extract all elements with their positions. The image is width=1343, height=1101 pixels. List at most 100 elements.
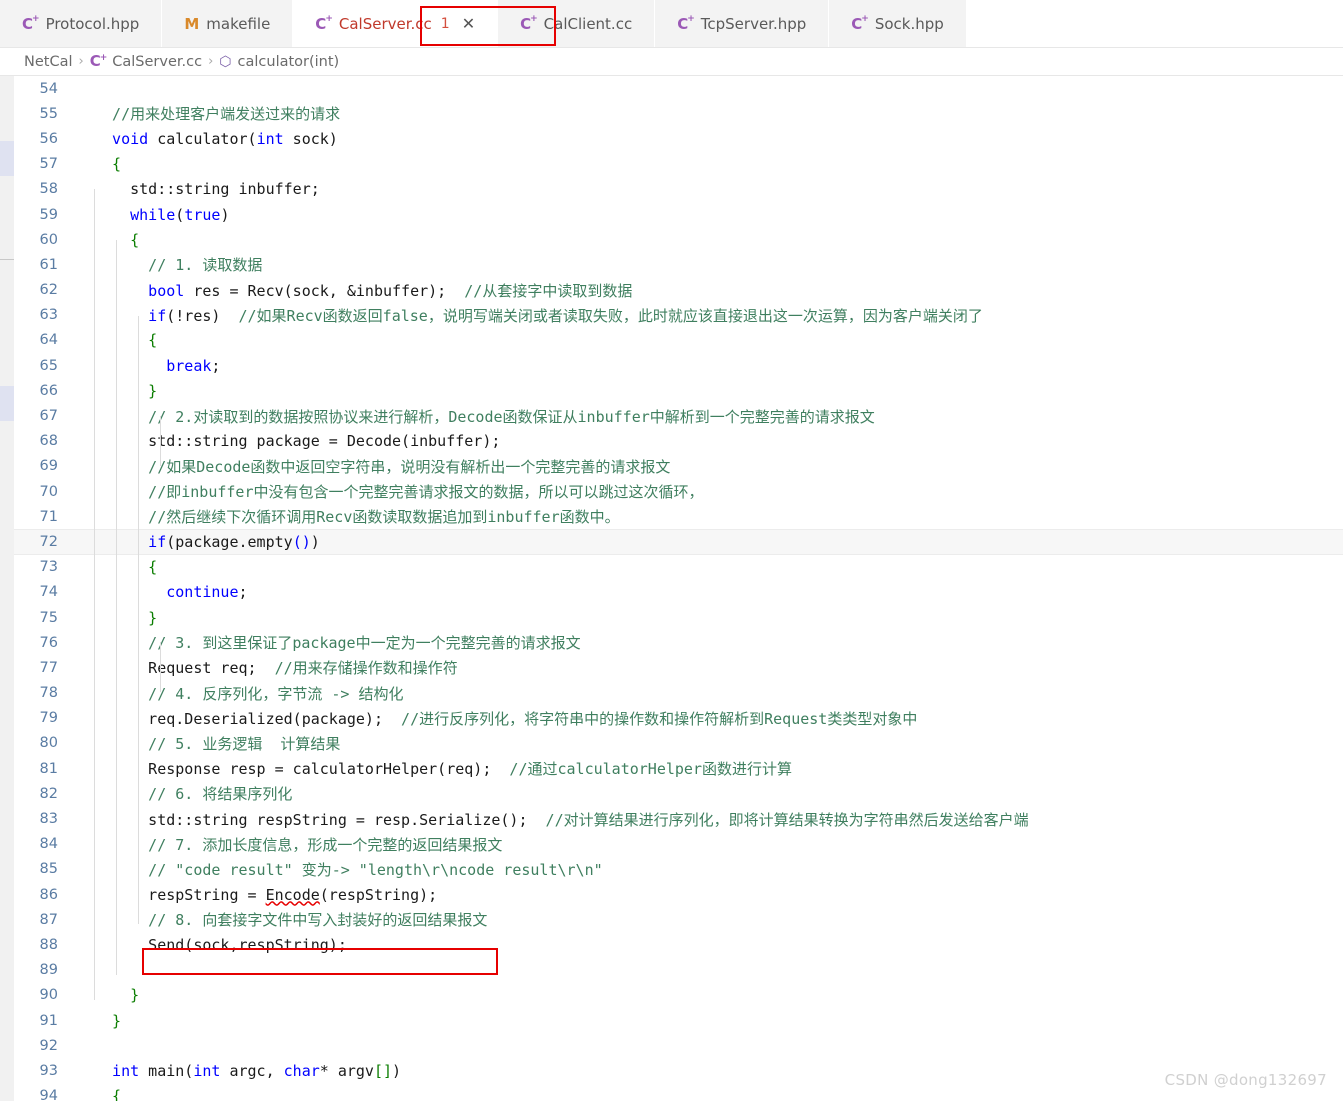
code-token: argc,: [220, 1061, 284, 1080]
code-line[interactable]: 94 {: [14, 1084, 1343, 1101]
editor-tab-bar: C+ Protocol.hpp Mmakefile C+ CalServer.cc 1 ✕ C…: [0, 0, 1343, 48]
code-token: (package.empty: [166, 532, 293, 551]
code-token: {: [94, 1087, 122, 1101]
code-line[interactable]: 54: [14, 76, 1343, 101]
code-line[interactable]: 79 req.Deserialized(package); //进行反序列化，将…: [14, 706, 1343, 731]
code-line[interactable]: 84 // 7. 添加长度信息，形成一个完整的返回结果报文: [14, 832, 1343, 857]
code-line[interactable]: 86 respString = Encode(respString);: [14, 882, 1343, 907]
line-number: 64: [39, 332, 58, 349]
editor-tab-protocol-hpp[interactable]: C+ Protocol.hpp: [0, 0, 163, 48]
code-line[interactable]: 87 // 8. 向套接字文件中写入封装好的返回结果报文: [14, 907, 1343, 932]
line-number: 67: [39, 408, 58, 425]
code-line[interactable]: 57 {: [14, 152, 1343, 177]
code-line[interactable]: 82 // 6. 将结果序列化: [14, 781, 1343, 806]
code-line[interactable]: 67 // 2.对读取到的数据按照协议来进行解析，Decode函数保证从inbu…: [14, 403, 1343, 428]
editor-tab-calclient-cc[interactable]: C+ CalClient.cc: [498, 0, 656, 48]
code-line[interactable]: 75 }: [14, 605, 1343, 630]
code-line[interactable]: 88 Send(sock,respString);: [14, 932, 1343, 957]
editor-tab-sock-hpp[interactable]: C+ Sock.hpp: [829, 0, 967, 48]
editor-tab-calserver-cc[interactable]: C+ CalServer.cc 1 ✕: [293, 0, 499, 48]
line-number: 80: [39, 735, 58, 752]
code-token: {: [94, 230, 140, 249]
code-token: //对计算结果进行序列化，即将计算结果转换为字符串然后发送给客户端: [545, 810, 1029, 829]
code-token: main(: [139, 1061, 194, 1080]
line-number: 90: [39, 987, 58, 1004]
code-line[interactable]: 65 break;: [14, 353, 1343, 378]
breadcrumb: NetCal › C+ CalServer.cc › ⬡ calculator(int): [0, 48, 1343, 75]
code-line-text: {: [72, 331, 1343, 349]
code-line[interactable]: 93 int main(int argc, char* argv[]): [14, 1058, 1343, 1083]
code-line-text: // 4. 反序列化，字节流 -> 结构化: [72, 683, 1343, 704]
line-number: 69: [39, 458, 58, 475]
code-line[interactable]: 69 //如果Decode函数中返回空字符串，说明没有解析出一个完整完善的请求报…: [14, 454, 1343, 479]
code-line[interactable]: 71 //然后继续下次循环调用Recv函数读取数据追加到inbuffer函数中。: [14, 504, 1343, 529]
code-line[interactable]: 68 std::string package = Decode(inbuffer…: [14, 429, 1343, 454]
code-line[interactable]: 73 {: [14, 555, 1343, 580]
editor-tab-makefile[interactable]: Mmakefile: [162, 0, 294, 48]
line-number: 93: [39, 1062, 58, 1079]
code-token: {: [94, 155, 122, 174]
code-token: if: [94, 306, 167, 325]
code-line[interactable]: 81 Response resp = calculatorHelper(req)…: [14, 756, 1343, 781]
close-icon[interactable]: ✕: [462, 16, 475, 32]
code-line[interactable]: 92: [14, 1033, 1343, 1058]
code-line[interactable]: 83 std::string respString = resp.Seriali…: [14, 806, 1343, 831]
code-token: //然后继续下次循环调用Recv函数读取数据追加到inbuffer函数中。: [94, 508, 620, 527]
code-line[interactable]: 63 if(!res) //如果Recv函数返回false，说明写端关闭或者读取…: [14, 303, 1343, 328]
overview-ruler-scrollbar[interactable]: [0, 76, 14, 1101]
overview-ruler-marker: [0, 141, 14, 176]
code-token: std::string package = Decode(inbuffer);: [94, 432, 501, 451]
code-token: //如果Recv函数返回false，说明写端关闭或者读取失败，此时就应该直接退出…: [238, 306, 983, 325]
breadcrumb-separator-icon: ›: [208, 54, 214, 69]
editor-tab-label: CalClient.cc: [543, 14, 633, 33]
code-token: // 7. 添加长度信息，形成一个完整的返回结果报文: [94, 835, 503, 854]
breadcrumb-item[interactable]: calculator(int): [238, 54, 340, 70]
code-line[interactable]: 90 }: [14, 983, 1343, 1008]
code-token: void: [94, 129, 149, 148]
line-number: 82: [39, 785, 58, 802]
code-line[interactable]: 59 while(true): [14, 202, 1343, 227]
code-token: (respString);: [319, 885, 438, 904]
editor-tab-label: Sock.hpp: [874, 14, 944, 33]
editor-tab-tcpserver-hpp[interactable]: C+ TcpServer.hpp: [655, 0, 830, 48]
code-token: //从套接字中读取到数据: [464, 281, 633, 300]
code-token: respString =: [94, 885, 266, 904]
code-line[interactable]: 77 Request req; //用来存储操作数和操作符: [14, 655, 1343, 680]
code-line[interactable]: 76 // 3. 到这里保证了package中一定为一个完整完善的请求报文: [14, 630, 1343, 655]
code-token: while: [94, 205, 176, 224]
code-token: //即inbuffer中没有包含一个完整完善请求报文的数据，所以可以跳过这次循环…: [94, 483, 704, 502]
code-line[interactable]: 85 // "code result" 变为-> "length\r\ncode…: [14, 857, 1343, 882]
code-line[interactable]: 70 //即inbuffer中没有包含一个完整完善请求报文的数据，所以可以跳过这…: [14, 479, 1343, 504]
code-line-text: Response resp = calculatorHelper(req); /…: [72, 758, 1343, 779]
line-number: 59: [39, 206, 58, 223]
code-line[interactable]: 66 }: [14, 378, 1343, 403]
code-line[interactable]: 80 // 5. 业务逻辑 计算结果: [14, 731, 1343, 756]
code-line[interactable]: 74 continue;: [14, 580, 1343, 605]
code-line[interactable]: 56 void calculator(int sock): [14, 126, 1343, 151]
code-line[interactable]: 89: [14, 958, 1343, 983]
code-line[interactable]: 62 bool res = Recv(sock, &inbuffer); //从…: [14, 278, 1343, 303]
cpp-file-icon: C+: [22, 13, 39, 33]
code-line[interactable]: 61 // 1. 读取数据: [14, 252, 1343, 277]
code-token: calculator(: [148, 129, 257, 148]
overview-ruler-separator: [0, 259, 14, 260]
code-content[interactable]: 54 55 //用来处理客户端发送过来的请求 56 void calculator(…: [14, 76, 1343, 1101]
code-line[interactable]: 60 {: [14, 227, 1343, 252]
code-line[interactable]: 72 if(package.empty()): [14, 529, 1343, 555]
editor: 54 55 //用来处理客户端发送过来的请求 56 void calculator(…: [0, 75, 1343, 1101]
code-line[interactable]: 58 std::string inbuffer;: [14, 177, 1343, 202]
code-token: }: [94, 986, 140, 1005]
code-token: (: [175, 205, 185, 224]
code-token: ;: [211, 356, 221, 375]
code-line[interactable]: 64 {: [14, 328, 1343, 353]
code-line-text: void calculator(int sock): [72, 130, 1343, 148]
breadcrumb-item[interactable]: CalServer.cc: [112, 54, 202, 70]
line-number: 89: [39, 962, 58, 979]
code-token: int: [256, 129, 284, 148]
code-line[interactable]: 91 }: [14, 1008, 1343, 1033]
code-line[interactable]: 55 //用来处理客户端发送过来的请求: [14, 101, 1343, 126]
code-line[interactable]: 78 // 4. 反序列化，字节流 -> 结构化: [14, 681, 1343, 706]
breadcrumb-item[interactable]: NetCal: [24, 54, 73, 70]
line-number: 62: [39, 282, 58, 299]
code-token: int: [94, 1061, 140, 1080]
